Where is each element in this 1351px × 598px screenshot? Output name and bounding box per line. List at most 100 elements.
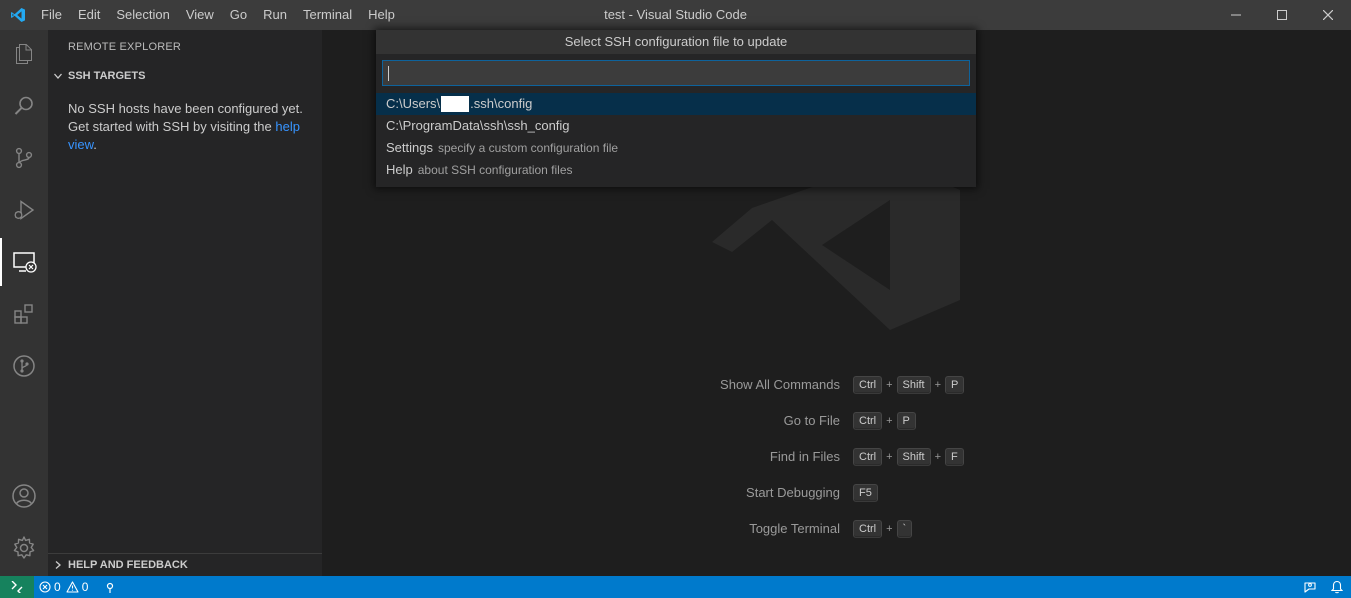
remote-indicator-icon xyxy=(11,581,23,593)
key: Ctrl xyxy=(853,412,883,430)
menu-edit[interactable]: Edit xyxy=(70,0,108,30)
quick-pick-item-programdata-config[interactable]: C:\ProgramData\ssh\ssh_config xyxy=(376,115,976,137)
live-share-status[interactable] xyxy=(93,576,120,598)
no-hosts-text: No SSH hosts have been configured yet. G… xyxy=(68,101,303,134)
shortcut-keys: F5 xyxy=(853,483,878,503)
quick-pick-item-settings[interactable]: Settings specify a custom configuration f… xyxy=(376,137,976,159)
key: Shift xyxy=(896,448,931,466)
quick-pick-dialog: Select SSH configuration file to update … xyxy=(376,30,976,187)
close-icon xyxy=(1323,10,1333,20)
menu-run[interactable]: Run xyxy=(255,0,295,30)
maximize-icon xyxy=(1277,10,1287,20)
explorer-button[interactable] xyxy=(0,30,48,78)
minimize-icon xyxy=(1231,14,1241,16)
sidebar-title: REMOTE EXPLORER xyxy=(68,41,182,53)
search-icon xyxy=(14,96,33,115)
quick-pick-item-user-config[interactable]: C:\Users\ .ssh\config xyxy=(376,93,976,115)
quick-pick-item-help[interactable]: Help about SSH configuration files xyxy=(376,159,976,181)
menu-terminal[interactable]: Terminal xyxy=(295,0,360,30)
menu-view[interactable]: View xyxy=(178,0,222,30)
ssh-targets-label: SSH TARGETS xyxy=(68,70,146,82)
shortcut-keys: Ctrl + P xyxy=(853,411,916,431)
key: P xyxy=(945,376,965,394)
status-bar: 0 0 xyxy=(0,576,1351,598)
git-commit-icon xyxy=(107,582,114,593)
text-caret xyxy=(388,66,389,81)
shortcut-row[interactable]: Go to File Ctrl + P xyxy=(322,411,1351,431)
shortcut-label: Find in Files xyxy=(769,449,840,464)
error-icon xyxy=(39,581,51,593)
remote-explorer-button[interactable] xyxy=(0,238,48,286)
notifications-bell-icon[interactable] xyxy=(1331,580,1343,594)
quick-pick-input[interactable] xyxy=(382,60,970,86)
chevron-right-icon xyxy=(48,560,68,570)
message-period: . xyxy=(93,137,97,152)
maximize-button[interactable] xyxy=(1259,0,1305,30)
shortcut-row[interactable]: Show All Commands Ctrl + Shift + P xyxy=(322,375,1351,395)
item-label: C:\ProgramData\ssh\ssh_config xyxy=(386,118,570,133)
key: Ctrl xyxy=(853,520,883,538)
extensions-button[interactable] xyxy=(0,290,48,338)
vscode-logo-icon[interactable] xyxy=(0,0,35,30)
title-bar: File Edit Selection View Go Run Terminal… xyxy=(0,0,1351,30)
item-path-suffix: .ssh\config xyxy=(470,96,533,111)
item-label: Help xyxy=(386,162,413,177)
git-graph-button[interactable] xyxy=(0,342,48,390)
shortcut-keys: Ctrl + Shift + F xyxy=(853,447,964,467)
menu-help[interactable]: Help xyxy=(360,0,403,30)
shortcut-label: Show All Commands xyxy=(720,377,840,392)
warning-count: 0 xyxy=(81,580,89,594)
quick-pick-list: C:\Users\ .ssh\config C:\ProgramData\ssh\… xyxy=(376,93,976,181)
source-control-button[interactable] xyxy=(0,134,48,182)
git-graph-icon xyxy=(13,355,35,377)
key: ` xyxy=(896,520,913,538)
extensions-icon xyxy=(14,304,33,324)
menu-selection[interactable]: Selection xyxy=(108,0,177,30)
remote-explorer-icon xyxy=(13,252,37,273)
shortcut-label: Go to File xyxy=(783,413,840,428)
accounts-icon xyxy=(12,484,36,508)
source-control-icon xyxy=(15,147,33,169)
shortcut-keys: Ctrl + Shift + P xyxy=(853,375,965,395)
files-icon xyxy=(16,44,32,64)
key: F xyxy=(945,448,964,466)
redacted-username xyxy=(441,95,470,112)
shortcut-row[interactable]: Find in Files Ctrl + Shift + F xyxy=(322,447,1351,467)
key: Ctrl xyxy=(853,448,883,466)
feedback-icon[interactable] xyxy=(1303,580,1317,594)
search-button[interactable] xyxy=(0,82,48,130)
item-description: specify a custom configuration file xyxy=(437,141,619,155)
remote-explorer-sidebar: REMOTE EXPLORER SSH TARGETS No SSH hosts… xyxy=(48,30,322,576)
manage-button[interactable] xyxy=(0,524,48,572)
window-controls xyxy=(1213,0,1351,30)
item-label: Settings xyxy=(386,140,433,155)
item-description: about SSH configuration files xyxy=(417,163,573,177)
run-debug-button[interactable] xyxy=(0,186,48,234)
key: F5 xyxy=(853,484,878,502)
shortcut-row[interactable]: Toggle Terminal Ctrl + ` xyxy=(322,519,1351,539)
error-count: 0 xyxy=(54,580,61,594)
manage-gear-icon xyxy=(13,536,35,559)
menu-go[interactable]: Go xyxy=(222,0,255,30)
ssh-targets-section-header[interactable]: SSH TARGETS xyxy=(48,65,322,87)
problems-status[interactable]: 0 0 xyxy=(34,576,93,598)
warning-icon xyxy=(66,581,79,593)
activity-bar xyxy=(0,30,48,576)
shortcut-keys: Ctrl + ` xyxy=(853,519,913,539)
shortcut-label: Start Debugging xyxy=(746,485,840,500)
close-button[interactable] xyxy=(1305,0,1351,30)
accounts-button[interactable] xyxy=(0,472,48,520)
run-debug-icon xyxy=(14,200,35,220)
shortcut-row[interactable]: Start Debugging F5 xyxy=(322,483,1351,503)
key: Shift xyxy=(896,376,931,394)
quick-pick-title: Select SSH configuration file to update xyxy=(376,30,976,54)
status-bar-right xyxy=(1303,576,1343,598)
help-feedback-section-header[interactable]: HELP AND FEEDBACK xyxy=(48,554,322,576)
menu-file[interactable]: File xyxy=(35,0,70,30)
minimize-button[interactable] xyxy=(1213,0,1259,30)
no-hosts-message: No SSH hosts have been configured yet. G… xyxy=(68,100,313,154)
remote-indicator-button[interactable] xyxy=(0,576,34,598)
item-path-prefix: C:\Users\ xyxy=(386,96,441,111)
help-feedback-label: HELP AND FEEDBACK xyxy=(68,559,188,571)
key: P xyxy=(896,412,916,430)
